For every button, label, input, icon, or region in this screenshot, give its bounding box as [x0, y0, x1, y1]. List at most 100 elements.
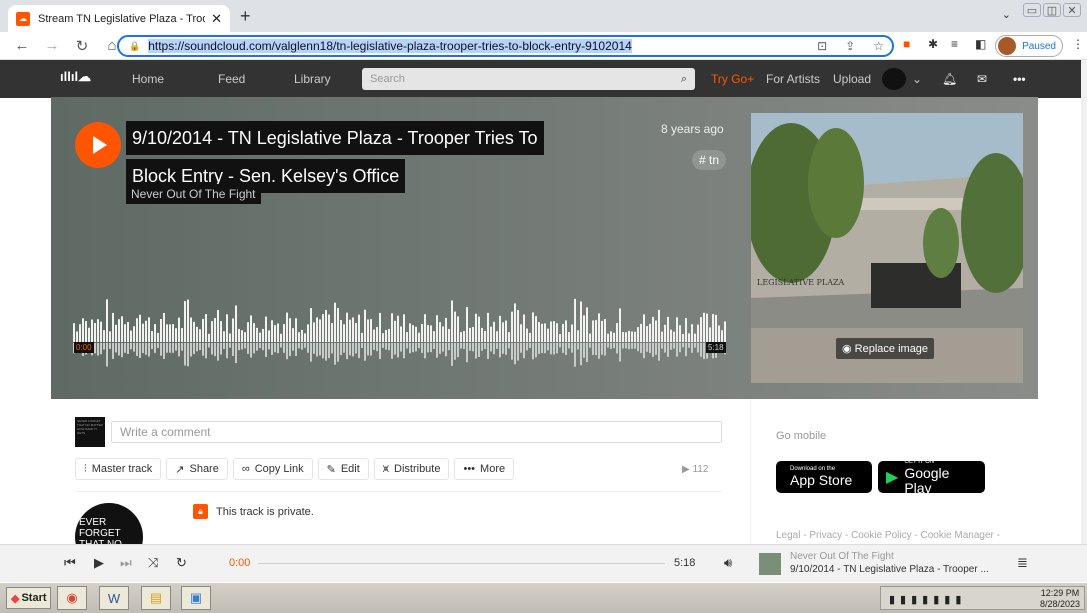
- user-menu-chevron-icon[interactable]: ⌄: [912, 72, 922, 86]
- waveform-bar: [634, 331, 636, 342]
- waveform-bar: [688, 333, 690, 342]
- nav-upload[interactable]: Upload: [833, 72, 871, 86]
- nav-for-artists[interactable]: For Artists: [766, 72, 820, 86]
- side-panel-icon[interactable]: ◧: [975, 37, 986, 51]
- waveform-reflection: [175, 343, 177, 351]
- waveform-bar: [262, 328, 264, 342]
- waveform-bar: [670, 329, 672, 342]
- word-taskbar-icon[interactable]: W: [99, 586, 129, 610]
- shuffle-icon[interactable]: ⤨: [148, 555, 158, 571]
- player-artist[interactable]: Never Out Of The Fight: [790, 550, 989, 563]
- google-play-badge[interactable]: ▶ GET IT ON Google Play: [878, 459, 985, 496]
- waveform-bar: [280, 333, 282, 342]
- waveform-bar: [103, 330, 105, 342]
- reload-icon[interactable]: ↻: [74, 37, 90, 55]
- tray-icons[interactable]: ▮▮▮▮▮▮▮: [889, 593, 966, 606]
- track-artist-link[interactable]: Never Out Of The Fight: [126, 184, 261, 204]
- waveform-reflection: [370, 343, 372, 356]
- address-bar[interactable]: 🔒 https://soundcloud.com/valglenn18/tn-l…: [117, 35, 894, 57]
- waveform-reflection: [127, 343, 129, 355]
- chrome-taskbar-icon[interactable]: ◉: [57, 586, 87, 610]
- edit-button[interactable]: ✎ Edit: [317, 458, 369, 480]
- soundcloud-logo-icon[interactable]: ıllıl☁: [60, 69, 100, 89]
- picture-taskbar-icon[interactable]: ▣: [181, 586, 211, 610]
- user-avatar[interactable]: [882, 68, 906, 90]
- waveform-reflection: [571, 343, 573, 353]
- next-icon[interactable]: ⏭: [120, 555, 132, 571]
- waveform-reflection: [364, 343, 366, 361]
- waveform-bar: [100, 321, 102, 342]
- progress-bar[interactable]: [258, 563, 665, 564]
- player-artwork-thumb[interactable]: [759, 553, 781, 575]
- waveform-reflection: [310, 343, 312, 362]
- page-scrollbar[interactable]: [1081, 60, 1087, 544]
- new-tab-button[interactable]: +: [240, 6, 251, 27]
- nav-home[interactable]: Home: [132, 72, 164, 86]
- more-dots-icon[interactable]: •••: [1013, 72, 1026, 86]
- start-button[interactable]: ◆ Start: [6, 587, 51, 609]
- back-icon[interactable]: ←: [14, 37, 30, 54]
- nav-library[interactable]: Library: [294, 72, 331, 86]
- waveform-reflection: [172, 343, 174, 353]
- waveform-bar: [349, 319, 351, 342]
- clock[interactable]: 12:29 PM 8/28/2023: [1040, 588, 1080, 610]
- waveform-reflection: [556, 343, 558, 354]
- search-icon[interactable]: ⌕: [681, 68, 687, 90]
- queue-icon[interactable]: ≣: [1017, 555, 1028, 571]
- messages-envelope-icon[interactable]: ✉: [977, 72, 987, 86]
- waveform-bar: [181, 328, 183, 342]
- waveform-reflection: [169, 343, 171, 353]
- waveform-bar: [244, 332, 246, 342]
- share-button[interactable]: ↗ Share: [166, 458, 228, 480]
- master-track-button[interactable]: ⫶ Master track: [75, 458, 162, 480]
- browser-tab[interactable]: ☁ Stream TN Legislative Plaza - Troop ✕: [8, 5, 230, 32]
- waveform-bar: [385, 329, 387, 342]
- volume-icon[interactable]: 🔊︎: [724, 555, 732, 571]
- comment-input[interactable]: Write a comment: [111, 421, 722, 443]
- nav-try-go[interactable]: Try Go+: [711, 72, 754, 86]
- legal-links[interactable]: Legal - Privacy - Cookie Policy - Cookie…: [776, 530, 1000, 541]
- previous-icon[interactable]: ⏮: [64, 555, 76, 571]
- minimize-icon[interactable]: ▭: [1023, 3, 1041, 17]
- share-icon[interactable]: ⇪: [845, 39, 855, 53]
- waveform-bar: [667, 316, 669, 342]
- close-tab-icon[interactable]: ✕: [211, 11, 222, 27]
- waveform-reflection: [562, 343, 564, 353]
- waveform-bar: [703, 312, 705, 342]
- more-button[interactable]: ••• More: [454, 458, 515, 480]
- waveform-reflection: [130, 343, 132, 350]
- lock-icon: 🔒︎: [193, 504, 208, 519]
- explorer-taskbar-icon[interactable]: ▤: [141, 586, 171, 610]
- bookmark-star-icon[interactable]: ☆: [873, 39, 884, 53]
- extension-icon[interactable]: ■: [903, 37, 910, 51]
- forward-icon[interactable]: →: [44, 37, 60, 54]
- install-app-icon[interactable]: ⊡: [817, 39, 827, 53]
- browser-menu-icon[interactable]: ⋮: [1072, 37, 1084, 51]
- extensions-puzzle-icon[interactable]: ✱: [928, 37, 938, 51]
- copy-link-button[interactable]: ∞ Copy Link: [232, 458, 313, 480]
- genre-tag[interactable]: # tn: [692, 150, 727, 170]
- repeat-icon[interactable]: ↻: [176, 555, 187, 571]
- notifications-bell-icon[interactable]: 🔔︎: [942, 72, 957, 86]
- reading-list-icon[interactable]: ≡: [951, 37, 958, 51]
- play-icon[interactable]: ▶: [94, 555, 104, 571]
- nav-feed[interactable]: Feed: [218, 72, 245, 86]
- gplay-big-text: Google Play: [904, 464, 950, 496]
- play-button[interactable]: [75, 122, 121, 168]
- close-window-icon[interactable]: ✕: [1063, 3, 1081, 17]
- waveform-bar: [271, 320, 273, 342]
- waveform-reflection: [100, 343, 102, 355]
- app-store-badge[interactable]: Download on the App Store: [776, 461, 872, 493]
- maximize-icon[interactable]: ◫: [1043, 3, 1061, 17]
- waveform-bar: [373, 329, 375, 342]
- player-title[interactable]: 9/10/2014 - TN Legislative Plaza - Troop…: [790, 563, 989, 576]
- waveform-reflection: [700, 343, 702, 357]
- replace-image-button[interactable]: ◉ Replace image: [836, 338, 935, 359]
- browser-toolbar: ← → ↻ ⌂ 🔒 https://soundcloud.com/valglen…: [0, 32, 1087, 60]
- distribute-button[interactable]: ⩙ Distribute: [373, 458, 450, 480]
- profile-button[interactable]: Paused: [995, 35, 1063, 57]
- search-input[interactable]: Search ⌕: [362, 68, 695, 90]
- waveform[interactable]: [73, 292, 728, 372]
- tab-search-chevron-icon[interactable]: ⌄: [1002, 8, 1011, 21]
- track-artwork: LEGISLATIVE PLAZA ◉ Replace image: [751, 113, 1023, 383]
